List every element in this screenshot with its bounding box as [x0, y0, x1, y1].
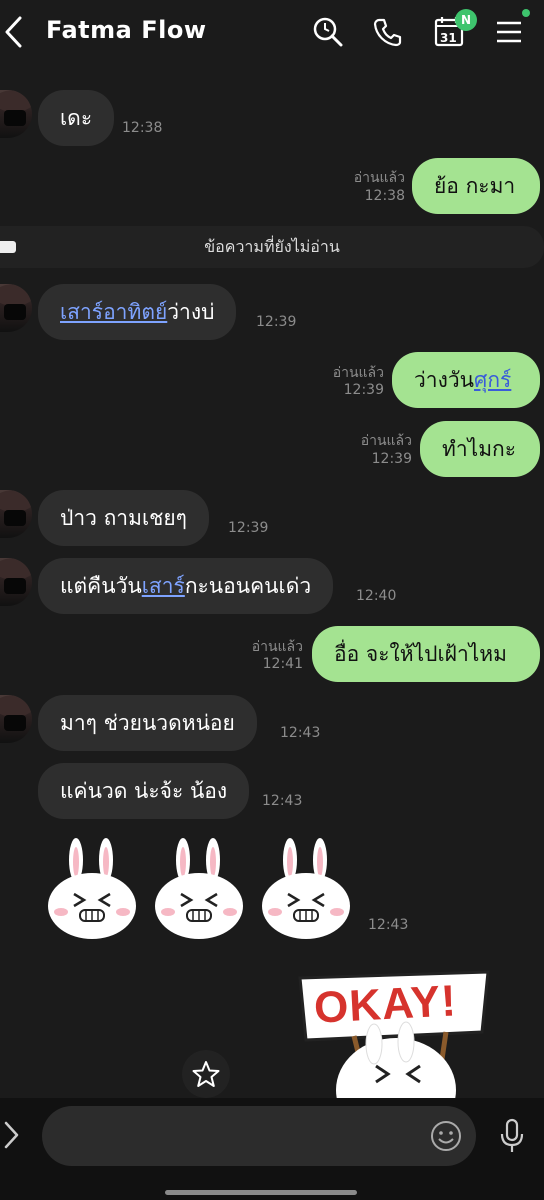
message-text: แค่นวด น่ะจ้ะ น้อง [60, 778, 228, 803]
message-bubble[interactable]: ทำไมกะ [420, 421, 540, 477]
menu-icon[interactable] [494, 18, 524, 46]
date-link[interactable]: เสาร์ [142, 570, 185, 603]
message-text: มาๆ ช่วยนวดหน่อย [60, 710, 235, 735]
message-input[interactable] [42, 1106, 476, 1166]
message-bubble[interactable]: แค่นวด น่ะจ้ะ น้อง [38, 763, 250, 819]
message-time: 12:38 [364, 188, 405, 204]
star-icon [192, 1061, 220, 1087]
message-time: 12:39 [256, 314, 297, 330]
emoji-icon[interactable] [430, 1120, 462, 1152]
message-text: ว่างวัน [414, 367, 474, 392]
avatar[interactable] [0, 90, 32, 138]
message-text: เดะ [60, 105, 93, 130]
read-receipt: อ่านแล้ว [360, 433, 412, 449]
message-time: 12:39 [371, 451, 412, 467]
message-text: อื่อ จะให้ไปเฝ้าไหม [334, 641, 507, 666]
read-receipt: อ่านแล้ว [332, 365, 384, 381]
search-icon[interactable] [312, 16, 344, 48]
message-bubble[interactable]: มาๆ ช่วยนวดหน่อย [38, 695, 257, 751]
phone-icon[interactable] [372, 16, 404, 48]
read-receipt: อ่านแล้ว [353, 170, 405, 186]
message-time: 12:39 [343, 382, 384, 398]
bunny-sticker[interactable] [260, 836, 352, 940]
new-badge: N [455, 9, 477, 31]
message-time: 12:41 [262, 656, 303, 672]
message-time: 12:43 [262, 793, 303, 809]
chat-title[interactable]: Fatma Flow [46, 16, 207, 44]
message-bubble[interactable]: ป่าว ถามเชยๆ [38, 490, 209, 546]
microphone-icon[interactable] [498, 1118, 528, 1156]
avatar[interactable] [0, 695, 32, 743]
avatar[interactable] [0, 284, 32, 332]
calendar-day: 31 [440, 31, 457, 45]
message-time: 12:40 [356, 588, 397, 604]
message-bubble[interactable]: อื่อ จะให้ไปเฝ้าไหม [312, 626, 540, 682]
message-time: 12:43 [368, 917, 409, 933]
date-link[interactable]: ศุกร์ [474, 364, 511, 397]
message-text: ทำไมกะ [442, 436, 517, 461]
unread-divider: ข้อความที่ยังไม่อ่าน [0, 226, 544, 268]
avatar[interactable] [0, 490, 32, 538]
chat-header: Fatma Flow 31 N [0, 0, 544, 64]
message-bubble[interactable]: เดะ [38, 90, 115, 146]
message-bubble[interactable]: เสาร์อาทิตย์ ว่างบ่ [38, 284, 237, 340]
read-receipt: อ่านแล้ว [251, 639, 303, 655]
message-bubble[interactable]: ย้อ กะมา [412, 158, 540, 214]
message-text: กะนอนคนเด่ว [184, 573, 312, 598]
home-indicator[interactable] [165, 1190, 357, 1195]
message-time: 12:43 [280, 725, 321, 741]
message-time: 12:39 [228, 520, 269, 536]
date-link[interactable]: เสาร์อาทิตย์ [60, 296, 167, 329]
message-time: 12:38 [122, 120, 163, 136]
back-icon[interactable] [2, 14, 26, 50]
bunny-sticker[interactable] [46, 836, 138, 940]
expand-icon[interactable] [2, 1120, 26, 1152]
message-text: แต่คืนวัน [60, 573, 142, 598]
message-bubble[interactable]: ว่างวัน ศุกร์ [392, 352, 540, 408]
message-text: ว่างบ่ [167, 299, 215, 324]
message-text: ย้อ กะมา [434, 173, 516, 198]
favorite-star-button[interactable] [182, 1050, 230, 1098]
unread-divider-text: ข้อความที่ยังไม่อ่าน [204, 236, 340, 256]
bunny-sticker[interactable] [153, 836, 245, 940]
message-list[interactable]: เดะ 12:38 อ่านแล้ว 12:38 ย้อ กะมา ข้อควา… [0, 64, 544, 1098]
okay-sticker-text: OKAY! [312, 976, 458, 1033]
message-bubble[interactable]: แต่คืนวัน เสาร์ กะนอนคนเด่ว [38, 558, 334, 614]
okay-sticker[interactable]: OKAY! [296, 970, 492, 1098]
unread-tag-icon [0, 241, 16, 253]
notification-dot [522, 9, 530, 17]
input-bar [0, 1098, 544, 1174]
avatar[interactable] [0, 558, 32, 606]
system-nav-bar [0, 1174, 544, 1200]
message-text: ป่าว ถามเชยๆ [60, 505, 187, 530]
